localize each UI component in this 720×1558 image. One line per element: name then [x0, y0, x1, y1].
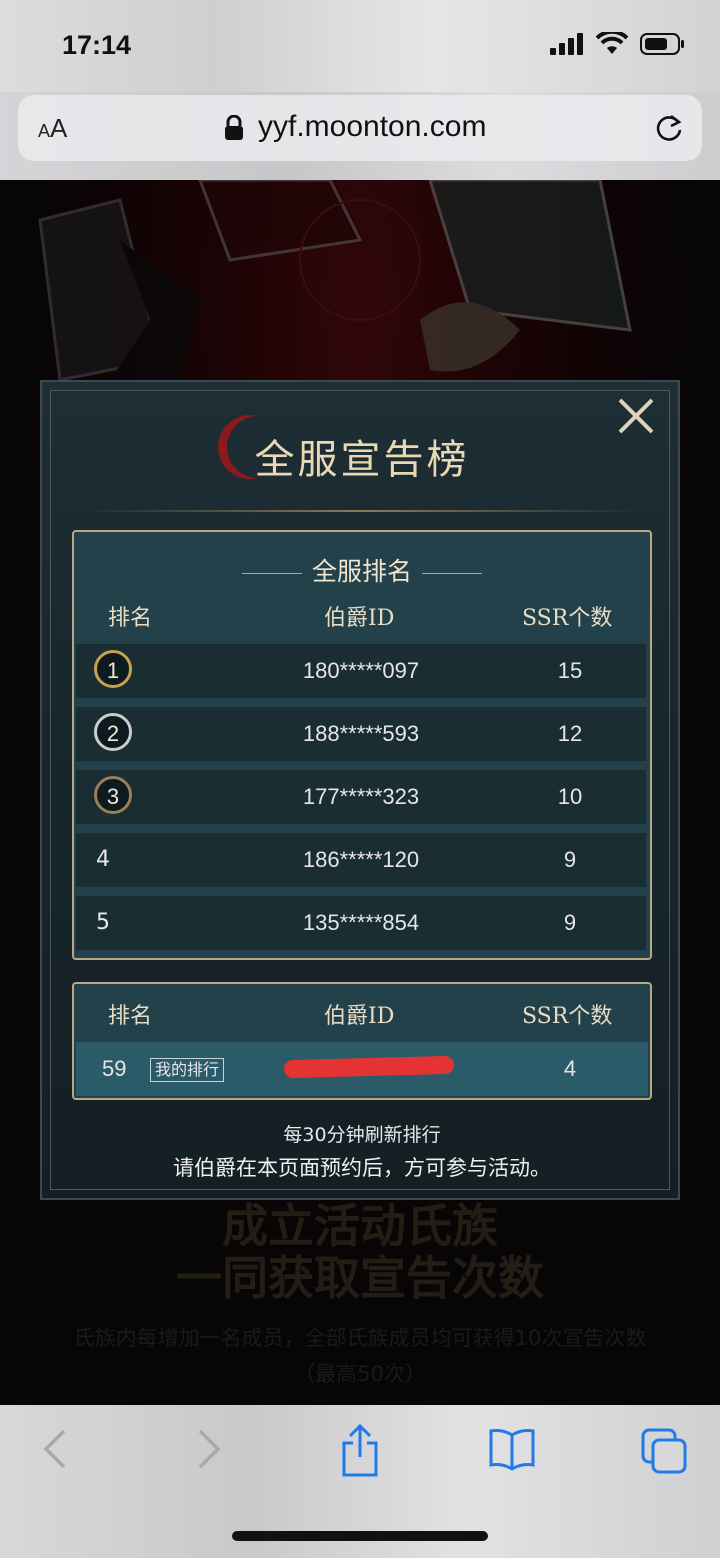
bronze-medal-badge: 3	[94, 776, 132, 814]
my-rank-panel: 排名 伯爵ID SSR个数 59 我的排行 4	[72, 982, 652, 1100]
col-id: 伯爵ID	[324, 606, 395, 631]
my-ssr-value: 4	[563, 1056, 577, 1081]
title-divider	[84, 510, 640, 512]
leaderboard-modal: 全服宣告榜 全服排名 排名 伯爵ID SSR个数 1 180*****097 1…	[40, 380, 680, 1200]
col-ssr: SSR个数	[522, 606, 613, 631]
row-rank: 4	[96, 847, 110, 872]
col-id: 伯爵ID	[324, 1004, 395, 1029]
col-ssr: SSR个数	[522, 1004, 613, 1029]
my-rank-column-headers: 排名 伯爵ID SSR个数	[74, 998, 650, 1038]
table-row: 5 135*****854 9	[76, 896, 646, 950]
cellular-signal-icon	[550, 33, 583, 55]
redacted-id	[283, 1055, 455, 1079]
tabs-icon[interactable]	[640, 1427, 688, 1475]
url-text[interactable]: yyf.moonton.com	[258, 110, 486, 144]
refresh-note: 每30分钟刷新排行	[283, 1124, 441, 1146]
col-rank: 排名	[108, 1004, 153, 1029]
browser-toolbar	[0, 1405, 720, 1558]
row-id: 188*****593	[302, 721, 420, 746]
home-indicator	[232, 1531, 488, 1541]
row-rank: 5	[96, 910, 110, 935]
participate-note: 请伯爵在本页面预约后，方可参与活动。	[173, 1156, 551, 1180]
web-page: 成立活动氏族 一同获取宣告次数 氏族内每增加一名成员，全部氏族成员均可获得10次…	[0, 180, 720, 1405]
modal-title: 全服宣告榜	[254, 437, 470, 483]
row-ssr: 12	[557, 721, 583, 746]
status-icons	[550, 32, 686, 56]
text-size-button[interactable]: AA	[38, 113, 67, 144]
address-bar[interactable]: AA yyf.moonton.com	[18, 95, 702, 161]
wifi-icon	[596, 32, 628, 54]
table-row: 1 180*****097 15	[76, 644, 646, 698]
row-ssr: 10	[557, 784, 583, 809]
status-time: 17:14	[62, 30, 132, 60]
silver-medal-badge: 2	[94, 713, 132, 751]
my-rank-value: 59	[102, 1056, 127, 1081]
ranking-section-header: 全服排名	[74, 552, 650, 588]
forward-icon[interactable]	[194, 1427, 224, 1471]
my-rank-row: 59 我的排行 4	[76, 1042, 648, 1096]
my-rank-tag: 我的排行	[150, 1058, 225, 1082]
row-ssr: 9	[563, 910, 577, 935]
table-row: 3 177*****323 10	[76, 770, 646, 824]
header-line-right	[422, 573, 482, 574]
share-icon[interactable]	[340, 1423, 380, 1477]
reload-icon[interactable]	[654, 113, 684, 143]
gold-medal-badge: 1	[94, 650, 132, 688]
ranking-column-headers: 排名 伯爵ID SSR个数	[74, 600, 650, 640]
row-id: 177*****323	[302, 784, 420, 809]
battery-icon	[640, 33, 684, 55]
ranking-panel: 全服排名 排名 伯爵ID SSR个数 1 180*****097 15 2 18…	[72, 530, 652, 960]
table-row: 2 188*****593 12	[76, 707, 646, 761]
bookmarks-icon[interactable]	[488, 1427, 536, 1471]
ranking-section-title: 全服排名	[311, 557, 412, 586]
back-icon[interactable]	[40, 1427, 70, 1471]
lock-icon	[225, 115, 243, 140]
browser-address-area: AA yyf.moonton.com	[0, 92, 720, 180]
row-id: 186*****120	[302, 847, 420, 872]
row-ssr: 9	[563, 847, 577, 872]
row-id: 180*****097	[302, 658, 420, 683]
table-row: 4 186*****120 9	[76, 833, 646, 887]
header-line-left	[241, 573, 302, 574]
status-bar: 17:14	[0, 0, 720, 92]
row-ssr: 15	[557, 658, 583, 683]
col-rank: 排名	[108, 606, 153, 631]
row-id: 135*****854	[302, 910, 420, 935]
